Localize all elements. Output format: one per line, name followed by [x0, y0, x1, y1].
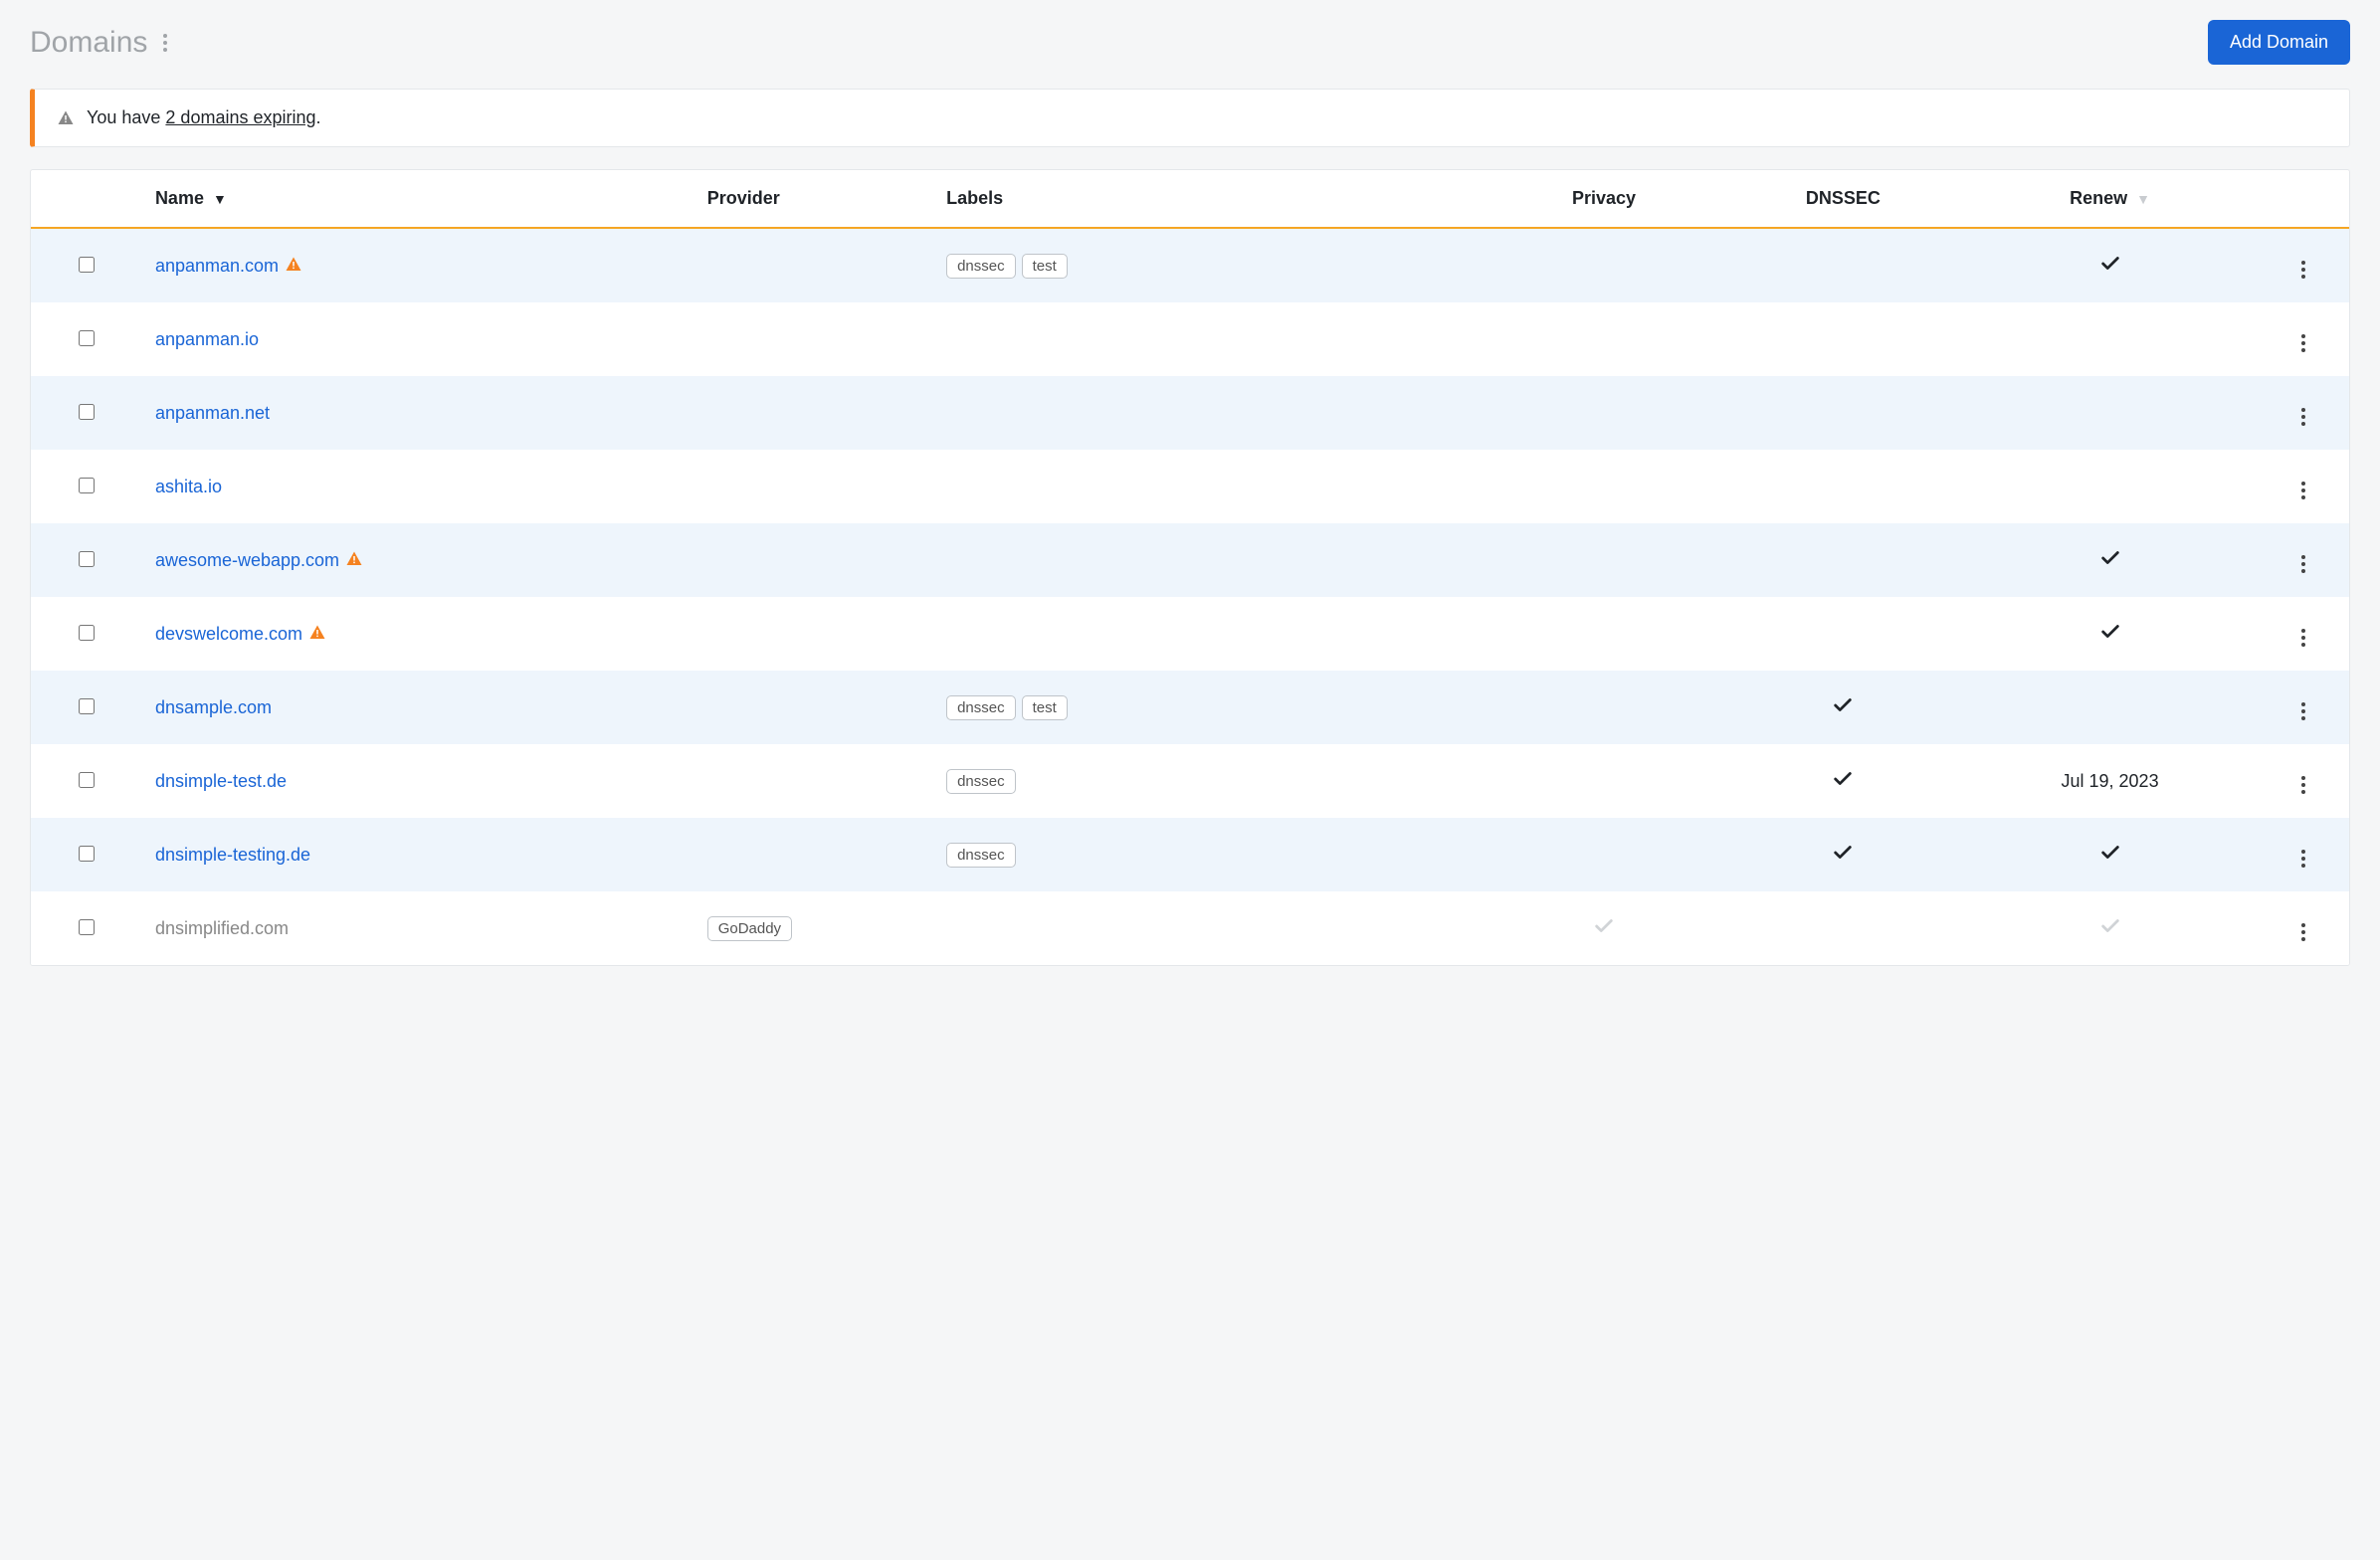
row-select-checkbox[interactable]	[79, 551, 95, 567]
alert-text: You have 2 domains expiring.	[87, 107, 321, 128]
col-privacy[interactable]: Privacy	[1485, 170, 1723, 228]
row-menu-icon[interactable]	[2297, 698, 2309, 724]
check-icon	[2099, 621, 2121, 643]
col-provider[interactable]: Provider	[694, 170, 932, 228]
table-row: anpanman.net	[31, 376, 2349, 450]
col-renew[interactable]: Renew ▼	[1963, 170, 2258, 228]
warning-icon	[308, 624, 326, 642]
check-icon	[2099, 547, 2121, 569]
page-title: Domains	[30, 26, 147, 60]
check-icon	[1832, 694, 1854, 716]
alert-suffix: .	[316, 107, 321, 127]
row-menu-icon[interactable]	[2297, 846, 2309, 872]
row-menu-icon[interactable]	[2297, 404, 2309, 430]
renew-date: Jul 19, 2023	[2062, 771, 2159, 791]
warning-icon	[57, 107, 75, 128]
row-menu-icon[interactable]	[2297, 551, 2309, 577]
alert-link[interactable]: 2 domains expiring	[165, 107, 315, 127]
label-chip: test	[1022, 254, 1068, 279]
domain-link[interactable]: dnsample.com	[155, 697, 272, 717]
row-menu-icon[interactable]	[2297, 772, 2309, 798]
check-icon	[2099, 253, 2121, 275]
domain-link[interactable]: awesome-webapp.com	[155, 550, 339, 570]
row-select-checkbox[interactable]	[79, 625, 95, 641]
check-icon	[1832, 842, 1854, 864]
domain-link[interactable]: dnsimple-test.de	[155, 771, 287, 791]
col-name-label: Name	[155, 188, 204, 208]
domain-link[interactable]: anpanman.io	[155, 329, 259, 349]
expiring-alert: You have 2 domains expiring.	[30, 89, 2350, 147]
domain-link[interactable]: anpanman.net	[155, 403, 270, 423]
check-icon	[1832, 768, 1854, 790]
row-select-checkbox[interactable]	[79, 330, 95, 346]
domain-link[interactable]: dnsimplified.com	[155, 918, 289, 938]
sort-desc-icon: ▼	[213, 191, 227, 207]
row-select-checkbox[interactable]	[79, 698, 95, 714]
row-select-checkbox[interactable]	[79, 478, 95, 493]
title-menu-icon[interactable]	[159, 30, 171, 56]
table-row: dnsimplified.com GoDaddy	[31, 891, 2349, 965]
check-icon	[1593, 915, 1615, 937]
row-menu-icon[interactable]	[2297, 257, 2309, 283]
row-select-checkbox[interactable]	[79, 772, 95, 788]
add-domain-button[interactable]: Add Domain	[2208, 20, 2350, 65]
table-row: devswelcome.com	[31, 597, 2349, 671]
label-chip: test	[1022, 695, 1068, 720]
table-row: anpanman.com dnssectest	[31, 228, 2349, 302]
row-menu-icon[interactable]	[2297, 625, 2309, 651]
warning-icon	[345, 550, 363, 568]
col-actions	[2257, 170, 2349, 228]
label-chip: dnssec	[946, 254, 1016, 279]
col-labels[interactable]: Labels	[932, 170, 1485, 228]
col-dnssec[interactable]: DNSSEC	[1723, 170, 1962, 228]
table-row: dnsimple-testing.de dnssec	[31, 818, 2349, 891]
col-name[interactable]: Name ▼	[141, 170, 694, 228]
alert-prefix: You have	[87, 107, 165, 127]
domains-table: Name ▼ Provider Labels Privacy DNSSEC Re…	[30, 169, 2350, 966]
check-icon	[2099, 842, 2121, 864]
table-row: anpanman.io	[31, 302, 2349, 376]
domain-link[interactable]: devswelcome.com	[155, 624, 302, 644]
warning-icon	[285, 256, 302, 274]
domain-link[interactable]: anpanman.com	[155, 256, 279, 276]
row-select-checkbox[interactable]	[79, 919, 95, 935]
row-select-checkbox[interactable]	[79, 846, 95, 862]
row-select-checkbox[interactable]	[79, 404, 95, 420]
row-menu-icon[interactable]	[2297, 478, 2309, 503]
table-row: dnsimple-test.de dnssec Jul 19, 2023	[31, 744, 2349, 818]
provider-chip: GoDaddy	[707, 916, 792, 941]
sort-muted-icon: ▼	[2136, 191, 2150, 207]
table-row: dnsample.com dnssectest	[31, 671, 2349, 744]
row-menu-icon[interactable]	[2297, 919, 2309, 945]
label-chip: dnssec	[946, 769, 1016, 794]
label-chip: dnssec	[946, 695, 1016, 720]
page-header: Domains Add Domain	[30, 20, 2350, 65]
label-chip: dnssec	[946, 843, 1016, 868]
col-select	[31, 170, 141, 228]
row-menu-icon[interactable]	[2297, 330, 2309, 356]
row-select-checkbox[interactable]	[79, 257, 95, 273]
check-icon	[2099, 915, 2121, 937]
domain-link[interactable]: dnsimple-testing.de	[155, 845, 310, 865]
col-renew-label: Renew	[2070, 188, 2127, 208]
domain-link[interactable]: ashita.io	[155, 477, 222, 496]
table-row: awesome-webapp.com	[31, 523, 2349, 597]
table-row: ashita.io	[31, 450, 2349, 523]
